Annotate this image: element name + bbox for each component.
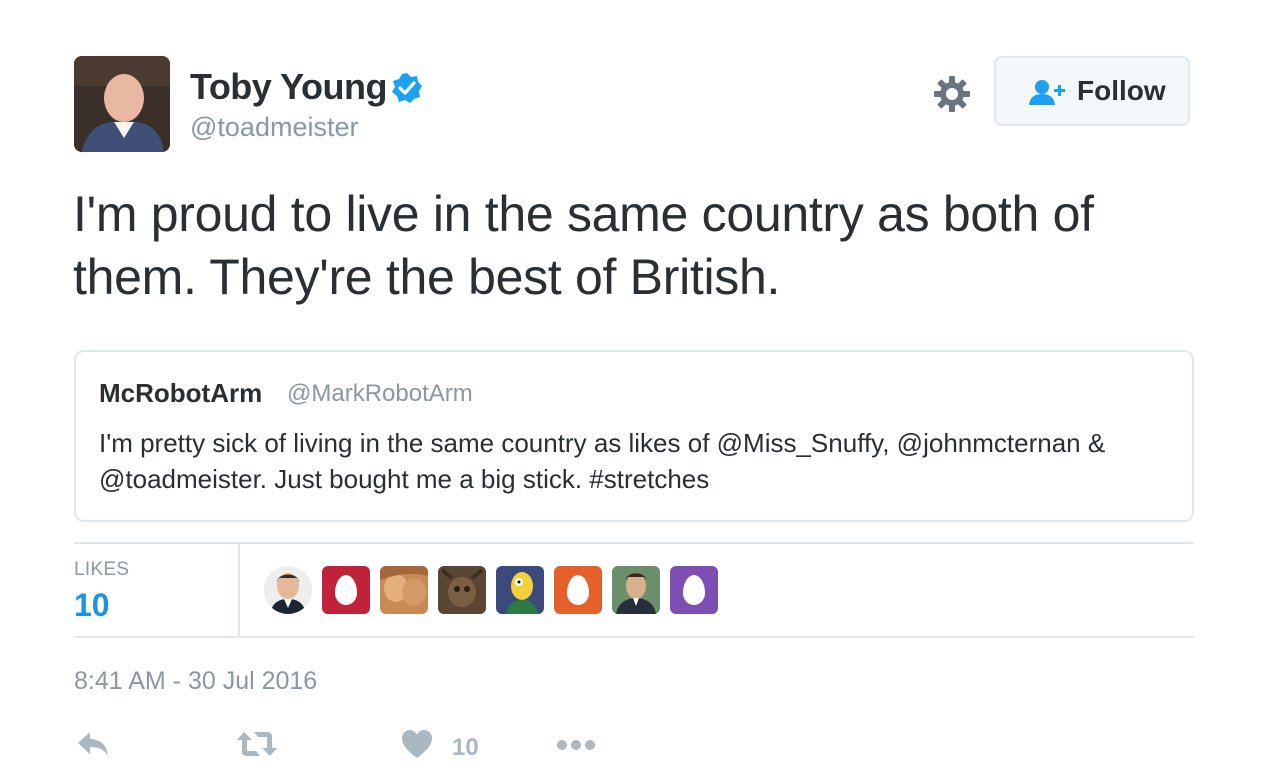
quoted-tweet-text: I'm pretty sick of living in the same co… bbox=[99, 428, 1106, 494]
stats-vertical-divider bbox=[238, 544, 240, 636]
author-display-name[interactable]: Toby Young bbox=[190, 66, 387, 108]
like-action-count[interactable]: 10 bbox=[452, 734, 479, 762]
author-handle[interactable]: @toadmeister bbox=[190, 112, 358, 143]
heart-icon[interactable] bbox=[400, 728, 434, 760]
stats-top-divider bbox=[74, 542, 1194, 544]
liker-avatar-egg[interactable] bbox=[322, 566, 370, 614]
liker-avatar[interactable] bbox=[264, 566, 312, 614]
egg-icon bbox=[683, 575, 705, 605]
liker-avatar-egg[interactable] bbox=[670, 566, 718, 614]
person-add-icon bbox=[1029, 80, 1065, 105]
verified-badge-icon bbox=[392, 73, 422, 103]
follow-button-label[interactable]: Follow bbox=[1077, 75, 1166, 107]
reply-icon[interactable] bbox=[76, 728, 110, 760]
tweet-text: I'm proud to live in the same country as… bbox=[73, 186, 1094, 305]
liker-avatar[interactable] bbox=[496, 566, 544, 614]
author-avatar[interactable] bbox=[74, 56, 170, 152]
stats-bottom-divider bbox=[74, 636, 1194, 638]
more-dots-icon[interactable] bbox=[556, 728, 596, 760]
egg-icon bbox=[335, 575, 357, 605]
egg-icon bbox=[567, 575, 589, 605]
gear-icon[interactable] bbox=[932, 74, 972, 114]
liker-avatar[interactable] bbox=[380, 566, 428, 614]
quoted-tweet-handle[interactable]: @MarkRobotArm bbox=[287, 380, 473, 408]
liker-avatar-egg[interactable] bbox=[554, 566, 602, 614]
likes-label[interactable]: LIKES bbox=[74, 559, 129, 581]
liker-avatar[interactable] bbox=[612, 566, 660, 614]
tweet-timestamp[interactable]: 8:41 AM - 30 Jul 2016 bbox=[74, 667, 317, 696]
liker-avatar[interactable] bbox=[438, 566, 486, 614]
retweet-icon[interactable] bbox=[236, 728, 278, 760]
likes-count[interactable]: 10 bbox=[74, 587, 110, 624]
quoted-tweet-display-name[interactable]: McRobotArm bbox=[99, 378, 262, 409]
